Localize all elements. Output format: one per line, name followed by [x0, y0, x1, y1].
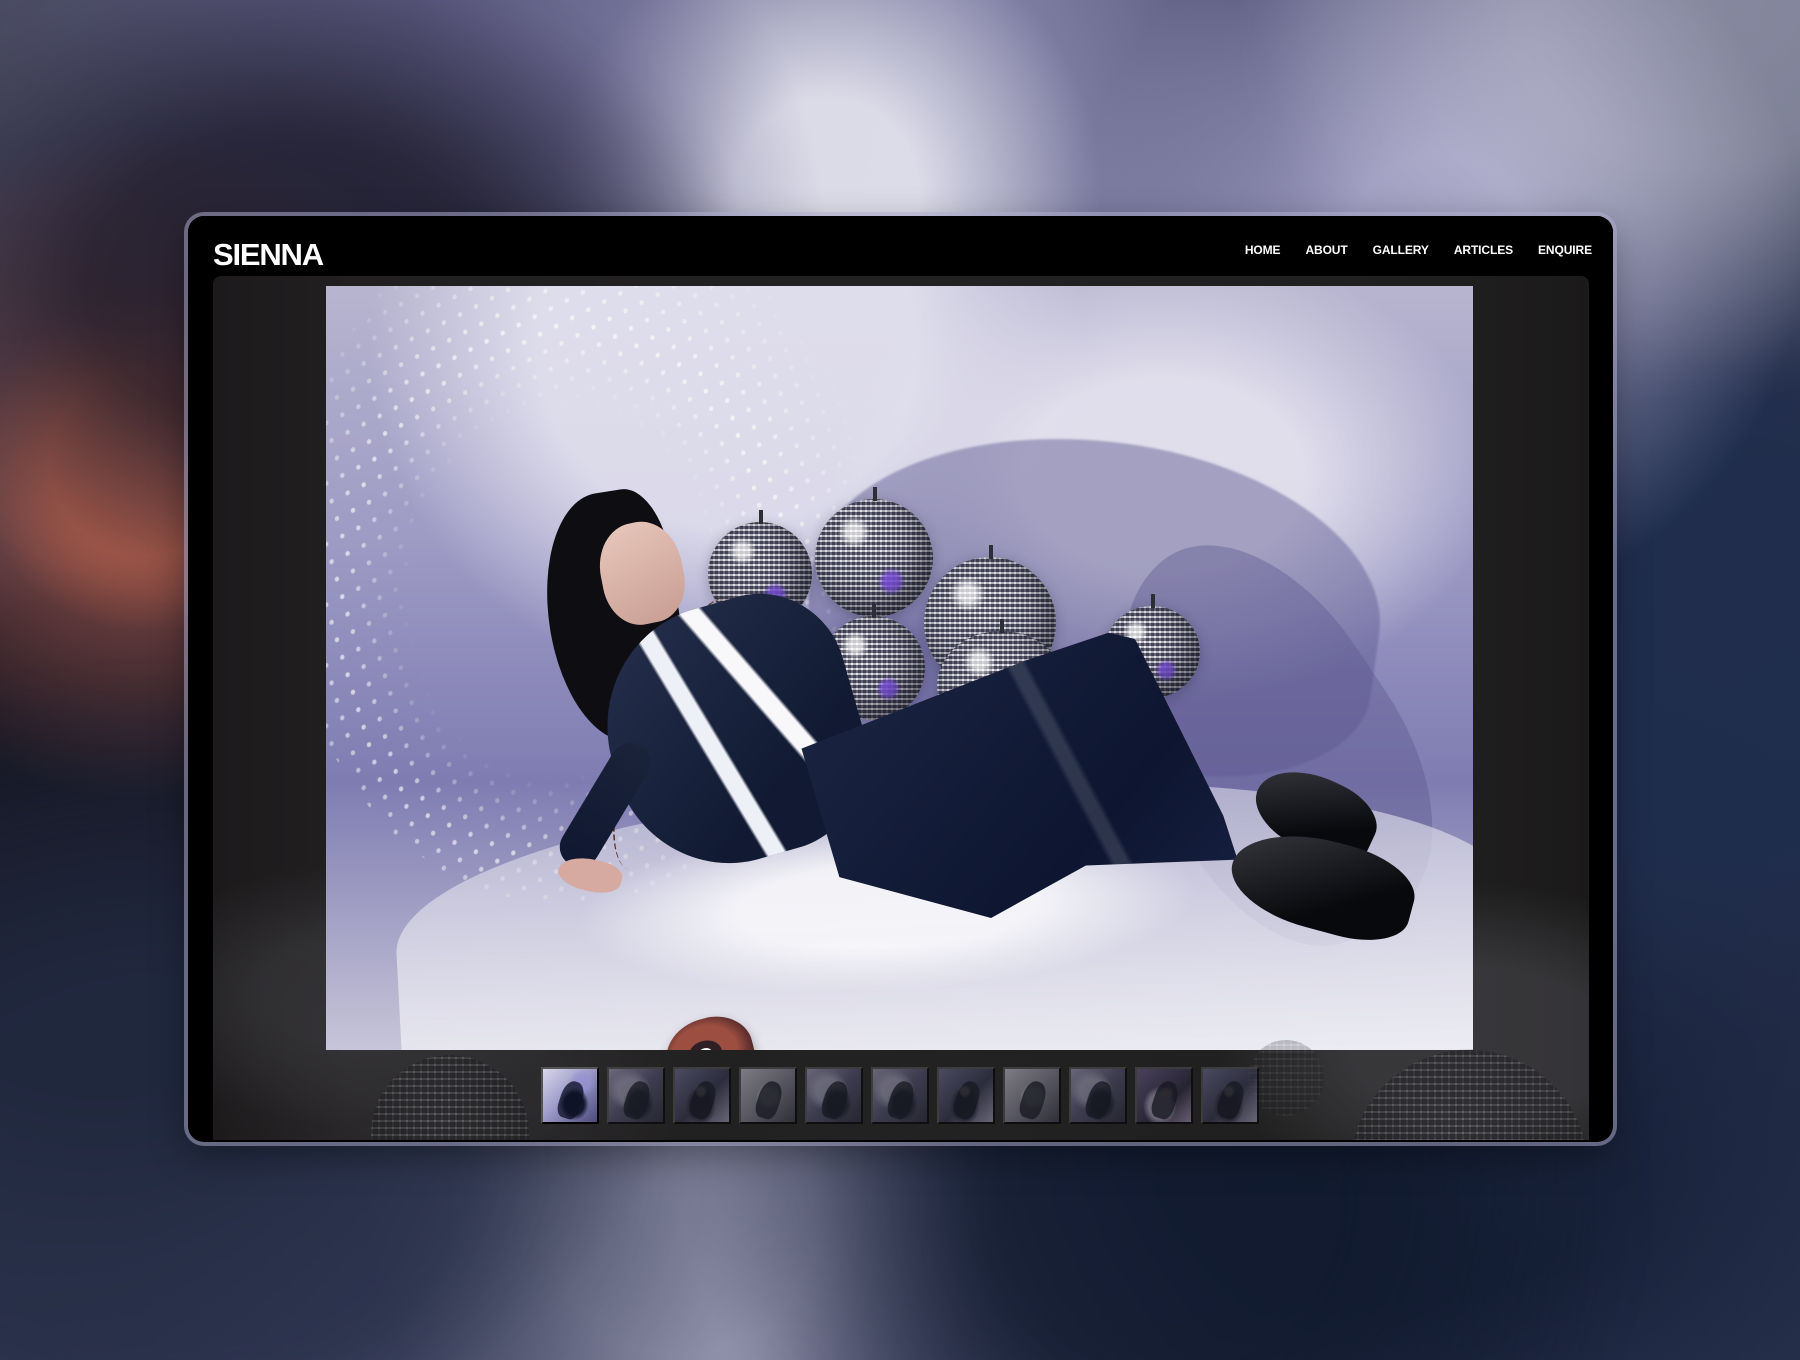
blurred-showcase-background: SIENNA HOME ABOUT GALLERY ARTICLES ENQUI… [0, 0, 1800, 1360]
blurred-disco-ball [1350, 1050, 1588, 1140]
gallery-thumbnail-10[interactable] [1135, 1066, 1193, 1124]
gallery-thumbnail-8[interactable] [1003, 1066, 1061, 1124]
nav-about-link[interactable]: ABOUT [1305, 244, 1347, 256]
gallery-thumbnail-2[interactable] [607, 1066, 665, 1124]
navy-trousers [801, 626, 1238, 918]
gallery-viewer [213, 276, 1589, 1140]
brand-logo-link[interactable]: SIENNA [213, 239, 324, 270]
gallery-thumbnail-1[interactable] [541, 1066, 599, 1124]
main-navigation: HOME ABOUT GALLERY ARTICLES ENQUIRE [1245, 244, 1592, 256]
gallery-thumbnail-7[interactable] [937, 1066, 995, 1124]
nav-home-link[interactable]: HOME [1245, 244, 1281, 256]
model-subject [521, 483, 1424, 1050]
gallery-thumbnail-5[interactable] [805, 1066, 863, 1124]
site-header: SIENNA HOME ABOUT GALLERY ARTICLES ENQUI… [188, 216, 1613, 276]
featured-gallery-photo[interactable] [326, 286, 1473, 1050]
nav-gallery-link[interactable]: GALLERY [1373, 244, 1429, 256]
gallery-thumbnail-3[interactable] [673, 1066, 731, 1124]
gallery-thumbnail-11[interactable] [1201, 1066, 1259, 1124]
gallery-thumbnail-6[interactable] [871, 1066, 929, 1124]
blurred-disco-ball [371, 1055, 529, 1140]
gallery-thumbnail-9[interactable] [1069, 1066, 1127, 1124]
gallery-thumbnail-strip [540, 1064, 1260, 1126]
nav-articles-link[interactable]: ARTICLES [1454, 244, 1513, 256]
website-preview-window: SIENNA HOME ABOUT GALLERY ARTICLES ENQUI… [188, 216, 1613, 1142]
nav-enquire-link[interactable]: ENQUIRE [1538, 244, 1592, 256]
gallery-thumbnail-4[interactable] [739, 1066, 797, 1124]
